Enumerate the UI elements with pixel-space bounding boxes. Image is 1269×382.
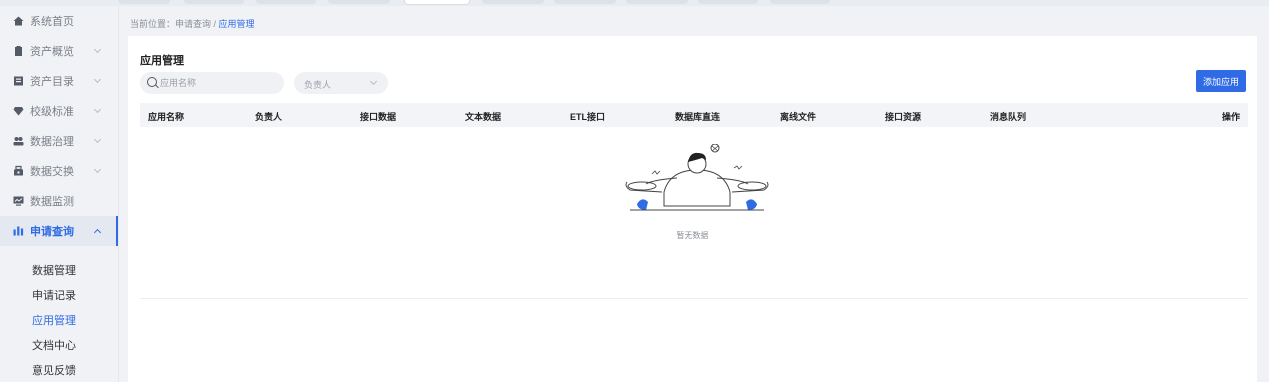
sidebar-item-label: 数据交换 xyxy=(30,166,74,178)
empty-state-text: 暂无数据 xyxy=(676,231,709,240)
chevron-down-icon xyxy=(93,165,102,174)
diamond-icon xyxy=(13,106,24,117)
column-header-actions: 操作 xyxy=(1221,112,1240,122)
column-header: 消息队列 xyxy=(990,112,1027,122)
top-tab[interactable] xyxy=(626,0,688,4)
column-header: 应用名称 xyxy=(148,112,185,122)
breadcrumb-prefix: 当前位置：申请查询 / xyxy=(130,19,219,29)
top-tab[interactable] xyxy=(184,0,244,4)
users-icon xyxy=(13,136,24,147)
sidebar-subitem-apply-records[interactable]: 申请记录 xyxy=(32,287,76,303)
sidebar: 系统首页 资产概览 资产目录 校级标准 数据治理 数据交换 数据监测 申请查询 … xyxy=(0,6,119,382)
chevron-down-icon xyxy=(93,75,102,84)
clipboard-icon xyxy=(13,46,24,57)
sidebar-subitem-data-management[interactable]: 数据管理 xyxy=(32,262,76,278)
sidebar-item-label: 数据治理 xyxy=(30,136,74,148)
sidebar-item-label: 资产概览 xyxy=(30,46,74,58)
sidebar-item-label: 数据监测 xyxy=(30,196,74,208)
exchange-icon xyxy=(13,165,24,177)
sidebar-item-label: 资产目录 xyxy=(30,76,74,88)
column-header: 负责人 xyxy=(255,112,283,122)
sidebar-item-label: 系统首页 xyxy=(30,16,74,28)
sidebar-item-data-monitor[interactable]: 数据监测 xyxy=(0,186,118,216)
top-tab[interactable] xyxy=(482,0,544,4)
page-title: 应用管理 xyxy=(140,55,184,67)
top-tab[interactable] xyxy=(698,0,758,4)
top-tab[interactable] xyxy=(770,0,830,4)
sidebar-item-home[interactable]: 系统首页 xyxy=(0,6,118,36)
main-panel: 应用管理 负责人 添加应用 应用名称 负责人 接口数据 文本数据 ETL接口 数… xyxy=(128,36,1257,382)
table-header: 应用名称 负责人 接口数据 文本数据 ETL接口 数据库直连 离线文件 接口资源… xyxy=(140,103,1248,127)
sidebar-item-data-exchange[interactable]: 数据交换 xyxy=(0,156,118,186)
sidebar-item-school-standard[interactable]: 校级标准 xyxy=(0,96,118,126)
sidebar-item-label: 校级标准 xyxy=(30,106,74,118)
column-header: 数据库直连 xyxy=(675,112,721,122)
sidebar-item-asset-overview[interactable]: 资产概览 xyxy=(0,36,118,66)
add-app-button[interactable]: 添加应用 xyxy=(1196,70,1246,92)
sidebar-subitem-app-management[interactable]: 应用管理 xyxy=(32,312,76,328)
chevron-down-icon xyxy=(93,135,102,144)
chevron-down-icon xyxy=(369,77,378,86)
top-tab[interactable] xyxy=(328,0,390,4)
home-icon xyxy=(13,16,24,27)
chevron-down-icon xyxy=(93,105,102,114)
sidebar-item-apply-query[interactable]: 申请查询 xyxy=(0,216,118,246)
column-header: 离线文件 xyxy=(780,112,817,122)
sidebar-item-data-governance[interactable]: 数据治理 xyxy=(0,126,118,156)
chevron-down-icon xyxy=(93,45,102,54)
top-tab-active[interactable] xyxy=(404,0,470,5)
empty-state-illustration xyxy=(622,143,772,219)
column-header: 接口数据 xyxy=(360,112,397,122)
column-header: ETL接口 xyxy=(570,112,605,122)
chevron-up-icon xyxy=(93,228,102,237)
column-header: 接口资源 xyxy=(885,112,922,122)
top-tab[interactable] xyxy=(554,0,616,4)
sidebar-subitem-doc-center[interactable]: 文档中心 xyxy=(32,337,76,353)
sidebar-item-label: 申请查询 xyxy=(30,226,74,238)
sidebar-item-asset-catalog[interactable]: 资产目录 xyxy=(0,66,118,96)
breadcrumb-current[interactable]: 应用管理 xyxy=(219,19,255,29)
owner-select[interactable]: 负责人 xyxy=(294,72,388,94)
top-tab[interactable] xyxy=(256,0,316,4)
owner-select-placeholder: 负责人 xyxy=(304,80,332,90)
monitor-icon xyxy=(13,196,24,207)
search-box[interactable] xyxy=(140,72,284,94)
search-input[interactable] xyxy=(160,72,278,94)
breadcrumb: 当前位置：申请查询 / 应用管理 xyxy=(130,17,255,30)
search-icon xyxy=(147,77,157,87)
divider xyxy=(140,298,1248,299)
bar-chart-icon xyxy=(13,226,24,237)
catalog-icon xyxy=(13,76,24,87)
column-header: 文本数据 xyxy=(465,112,502,122)
top-tab[interactable] xyxy=(118,0,170,4)
top-tab-strip xyxy=(0,0,1269,6)
sidebar-subitem-feedback[interactable]: 意见反馈 xyxy=(32,362,76,378)
